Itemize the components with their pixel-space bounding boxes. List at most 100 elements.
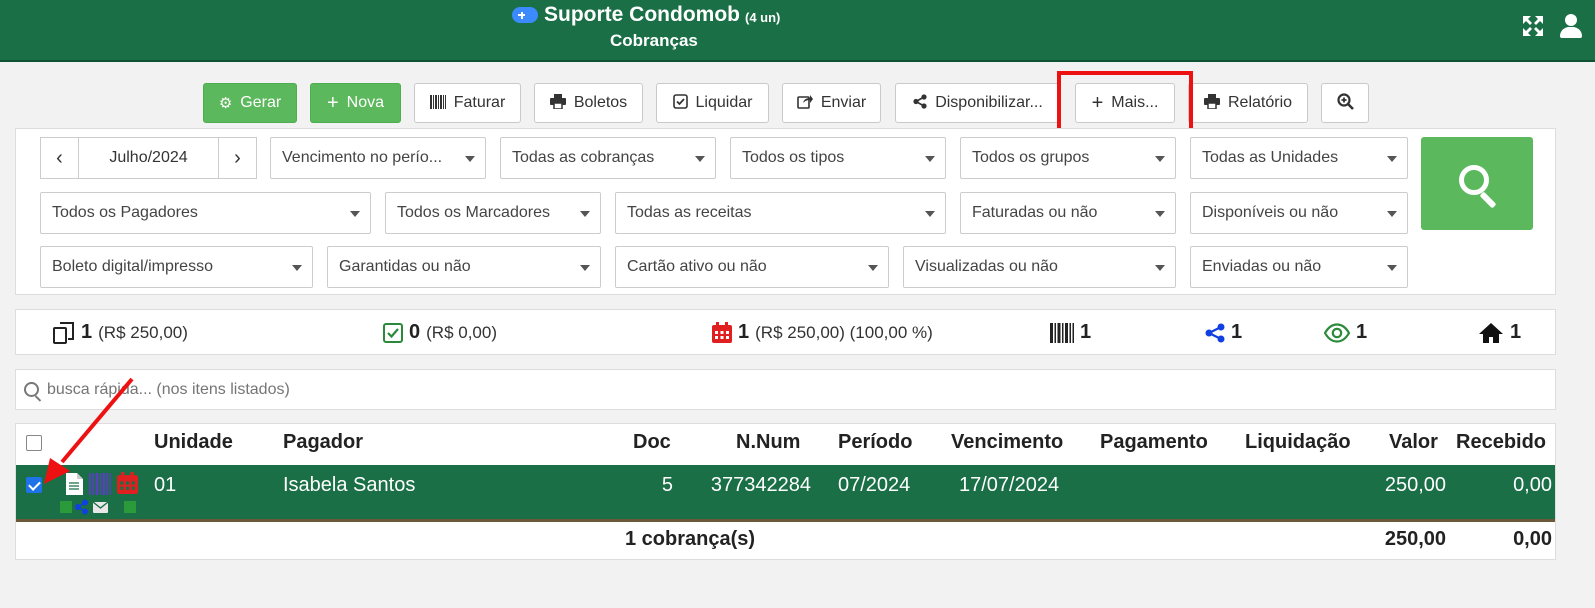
disponiveis-value: Disponíveis ou não	[1202, 204, 1339, 221]
barcode-icon	[429, 94, 446, 112]
enviar-button[interactable]: Enviar	[782, 83, 881, 123]
mais-button[interactable]: + Mais...	[1075, 83, 1175, 123]
cobrancas-select[interactable]: Todas as cobranças	[500, 137, 716, 179]
summary-viewed: 1	[1324, 321, 1367, 344]
next-month-button[interactable]: ›	[218, 137, 257, 179]
prev-month-button[interactable]: ‹	[40, 137, 79, 179]
calendar-icon	[712, 322, 732, 343]
unidades-value: Todas as Unidades	[1202, 149, 1339, 166]
col-recebido[interactable]: Recebido	[1456, 431, 1546, 454]
faturar-button[interactable]: Faturar	[414, 83, 521, 123]
vencimento-select[interactable]: Vencimento no perío...	[270, 137, 486, 179]
mais-label: Mais...	[1111, 94, 1159, 111]
summary-barcode: 1	[1050, 321, 1091, 344]
cell-valor: 250,00	[1384, 474, 1446, 496]
eye-icon	[1324, 322, 1350, 343]
fullscreen-icon[interactable]	[1521, 14, 1545, 38]
disponiveis-select[interactable]: Disponíveis ou não	[1190, 192, 1408, 234]
col-liquidacao[interactable]: Liquidação	[1245, 431, 1351, 454]
col-valor[interactable]: Valor	[1389, 431, 1438, 454]
pagadores-select[interactable]: Todos os Pagadores	[40, 192, 371, 234]
month-navigator: ‹ Julho/2024 ›	[40, 137, 257, 179]
receitas-value: Todas as receitas	[627, 204, 752, 221]
page-title: Cobranças	[610, 31, 698, 50]
due-value: (R$ 250,00) (100,00 %)	[755, 322, 933, 342]
user-icon[interactable]	[1559, 14, 1583, 40]
table-row[interactable]: 01 Isabela Santos 5 377342284 07/2024 17…	[16, 465, 1555, 522]
caret-down-icon	[1387, 211, 1397, 217]
search-icon	[1459, 165, 1489, 195]
total-value: (R$ 250,00)	[98, 322, 188, 342]
check-square-icon	[672, 94, 688, 112]
search-button[interactable]	[1421, 137, 1533, 230]
faturadas-value: Faturadas ou não	[972, 204, 1098, 221]
unidades-select[interactable]: Todas as Unidades	[1190, 137, 1408, 179]
visualizadas-select[interactable]: Visualizadas ou não	[903, 246, 1176, 288]
barcode-count: 1	[1080, 321, 1092, 343]
nova-button[interactable]: + Nova	[310, 83, 401, 123]
viewed-count: 1	[1356, 321, 1368, 343]
document-icon[interactable]	[66, 473, 83, 495]
toolbar: ⚙ Gerar + Nova Faturar Boletos Liquidar …	[0, 83, 1595, 123]
app-title: Suporte Condomob	[544, 3, 740, 26]
caret-down-icon	[1155, 211, 1165, 217]
caret-down-icon	[580, 265, 590, 271]
barcode-icon	[1050, 322, 1074, 343]
vencimento-value: Vencimento no perío...	[282, 149, 443, 166]
disponibilizar-label: Disponibilizar...	[935, 94, 1043, 111]
col-pagador[interactable]: Pagador	[283, 431, 363, 454]
receitas-select[interactable]: Todas as receitas	[615, 192, 946, 234]
summary-home: 1	[1478, 321, 1521, 344]
row-checkbox[interactable]	[26, 477, 42, 493]
units-count: (4 un)	[744, 9, 781, 25]
grupos-value: Todos os grupos	[972, 149, 1090, 166]
footer-recebido: 0,00	[1513, 528, 1552, 550]
col-nnum[interactable]: N.Num	[736, 431, 800, 454]
boleto-select[interactable]: Boleto digital/impresso	[40, 246, 313, 288]
col-unidade[interactable]: Unidade	[154, 431, 233, 454]
col-pagamento[interactable]: Pagamento	[1100, 431, 1208, 454]
caret-down-icon	[1387, 265, 1397, 271]
boletos-button[interactable]: Boletos	[534, 83, 643, 123]
summary-bar: 1 (R$ 250,00) 0 (R$ 0,00) 1 (R$ 250,00) …	[15, 309, 1556, 355]
cartao-select[interactable]: Cartão ativo ou não	[615, 246, 889, 288]
cell-recebido: 0,00	[1513, 474, 1552, 496]
calendar-icon[interactable]	[117, 472, 138, 494]
search-icon	[24, 382, 39, 397]
tipos-value: Todos os tipos	[742, 149, 845, 166]
visualizadas-value: Visualizadas ou não	[915, 258, 1058, 275]
check-square-icon	[383, 322, 403, 343]
gerar-button[interactable]: ⚙ Gerar	[203, 83, 297, 123]
barcode-icon[interactable]	[89, 473, 111, 495]
col-doc[interactable]: Doc	[633, 431, 671, 454]
zoom-button[interactable]	[1321, 83, 1369, 123]
paid-count: 0	[409, 321, 421, 343]
col-vencimento[interactable]: Vencimento	[951, 431, 1063, 454]
liquidar-button[interactable]: Liquidar	[656, 83, 769, 123]
select-all-checkbox[interactable]	[26, 435, 42, 451]
marcadores-select[interactable]: Todos os Marcadores	[385, 192, 601, 234]
enviadas-select[interactable]: Enviadas ou não	[1190, 246, 1408, 288]
caret-down-icon	[292, 265, 302, 271]
total-count: 1	[81, 321, 93, 343]
caret-down-icon	[695, 156, 705, 162]
caret-down-icon	[925, 211, 935, 217]
tipos-select[interactable]: Todos os tipos	[730, 137, 946, 179]
relatorio-button[interactable]: Relatório	[1188, 83, 1308, 123]
disponibilizar-button[interactable]: Disponibilizar...	[895, 83, 1061, 123]
quick-search-input[interactable]	[47, 380, 1447, 399]
cell-pagador: Isabela Santos	[283, 474, 416, 496]
garantidas-value: Garantidas ou não	[339, 258, 471, 275]
due-count: 1	[738, 321, 750, 343]
faturadas-select[interactable]: Faturadas ou não	[960, 192, 1176, 234]
summary-shared: 1	[1205, 321, 1242, 344]
printer-icon	[1203, 94, 1220, 112]
col-periodo[interactable]: Período	[838, 431, 912, 454]
garantidas-select[interactable]: Garantidas ou não	[327, 246, 601, 288]
liquidar-label: Liquidar	[695, 94, 753, 111]
brand: Suporte Condomob (4 un)	[512, 3, 780, 27]
paid-value: (R$ 0,00)	[426, 322, 497, 342]
enviar-label: Enviar	[820, 94, 867, 111]
grupos-select[interactable]: Todos os grupos	[960, 137, 1176, 179]
search-icon-handle	[1479, 191, 1497, 209]
